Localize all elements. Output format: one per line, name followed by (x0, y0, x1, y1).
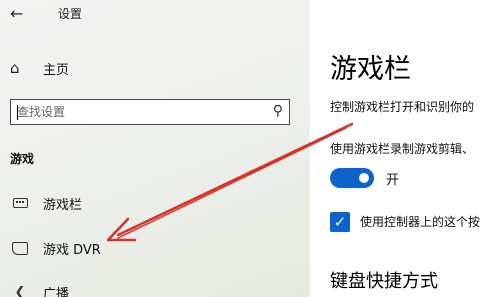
nav-home[interactable]: ⌂ 主页 (10, 58, 69, 78)
nav-item-game-dvr[interactable]: 游戏 DVR (10, 238, 101, 258)
nav-home-label: 主页 (43, 62, 70, 78)
section-heading-gaming: 游戏 (10, 152, 35, 166)
gamebar-icon (12, 198, 28, 208)
search-icon[interactable]: ⚲ (273, 103, 283, 119)
home-icon: ⌂ (10, 59, 20, 77)
toggle-knob (359, 173, 369, 183)
nav-item-broadcast-label: 广播 (43, 286, 70, 297)
back-button[interactable]: ← (10, 4, 30, 24)
nav-item-broadcast[interactable]: ❮ 广播 (10, 282, 69, 297)
record-setting-label: 使用游戏栏录制游戏剪辑、 (330, 142, 475, 156)
nav-item-game-bar[interactable]: 游戏栏 (10, 193, 82, 213)
main-content: 游戏栏 控制游戏栏打开和识别你的 使用游戏栏录制游戏剪辑、 开 ✓ 使用控制器上… (310, 0, 500, 297)
nav-item-game-bar-label: 游戏栏 (43, 197, 83, 213)
keyboard-shortcuts-heading: 键盘快捷方式 (330, 271, 438, 292)
dvr-icon (12, 241, 28, 255)
search-input[interactable] (17, 103, 257, 121)
back-arrow-icon: ← (10, 4, 24, 23)
toggle-state-label: 开 (386, 173, 400, 188)
sidebar: ← 设置 ⌂ 主页 ⚲ 游戏 游戏栏 游戏 DVR ❮ 广播 (0, 0, 310, 297)
record-toggle[interactable] (330, 168, 374, 188)
description-text: 控制游戏栏打开和识别你的 (330, 100, 475, 114)
broadcast-icon: ❮ (14, 284, 26, 297)
window-title: 设置 (58, 7, 83, 21)
checkmark-icon: ✓ (333, 213, 347, 231)
controller-checkbox[interactable]: ✓ (330, 212, 350, 232)
controller-checkbox-label: 使用控制器上的这个按 (360, 215, 481, 229)
search-box[interactable]: ⚲ (10, 99, 290, 125)
title-bar: ← 设置 (0, 0, 310, 30)
nav-item-game-dvr-label: 游戏 DVR (43, 242, 101, 258)
page-title: 游戏栏 (330, 54, 411, 85)
